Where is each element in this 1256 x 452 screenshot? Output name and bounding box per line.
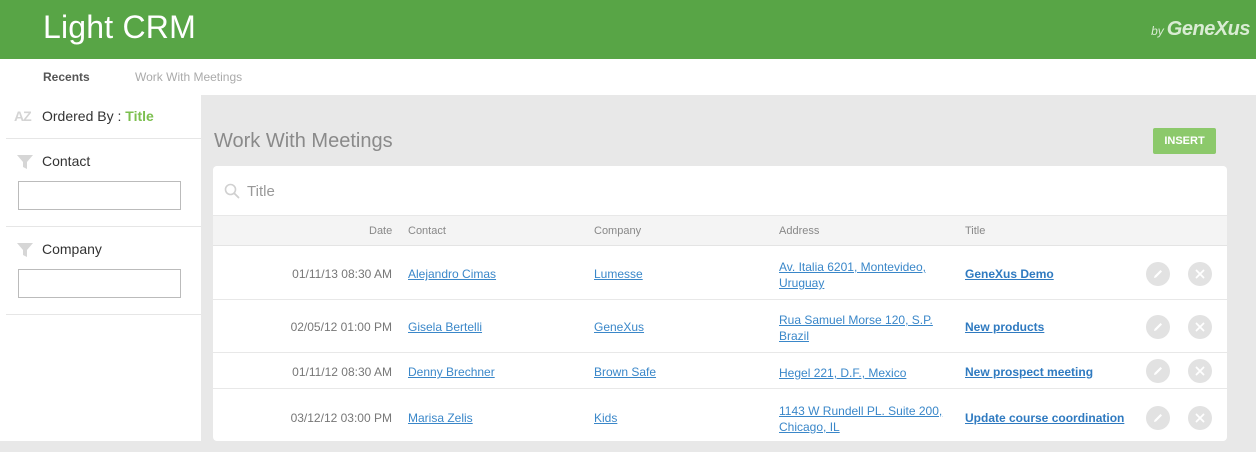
edit-button[interactable]	[1146, 406, 1170, 430]
row-date: 01/11/12 08:30 AM	[292, 365, 392, 379]
contact-filter-label: Contact	[42, 153, 91, 169]
column-header-date[interactable]: Date	[369, 225, 392, 237]
row-company-link[interactable]: Brown Safe	[594, 365, 656, 379]
row-address-link[interactable]: 1143 W Rundell PL. Suite 200, Chicago, I…	[779, 403, 949, 435]
row-address-link[interactable]: Av. Italia 6201, Montevideo, Uruguay	[779, 259, 949, 291]
row-company-link[interactable]: GeneXus	[594, 320, 644, 334]
row-address-line-2[interactable]: Brazil	[779, 329, 809, 343]
edit-button[interactable]	[1146, 315, 1170, 339]
breadcrumb-work-with-meetings[interactable]: Work With Meetings	[135, 70, 242, 84]
column-header-contact[interactable]: Contact	[408, 225, 446, 237]
pencil-icon	[1154, 414, 1162, 422]
company-filter: Company	[6, 227, 201, 315]
delete-button[interactable]	[1188, 406, 1212, 430]
row-company-link[interactable]: Kids	[594, 411, 617, 425]
edit-button[interactable]	[1146, 359, 1170, 383]
row-date: 02/05/12 01:00 PM	[290, 320, 392, 334]
row-address-line-2[interactable]: Chicago, IL	[779, 420, 840, 434]
table-header: Date Contact Company Address Title	[213, 216, 1227, 246]
search-bar	[213, 166, 1227, 216]
delete-button[interactable]	[1188, 315, 1212, 339]
ordered-by-value[interactable]: Title	[125, 108, 154, 124]
pencil-icon	[1154, 367, 1162, 375]
column-header-title[interactable]: Title	[965, 225, 985, 237]
row-address-link[interactable]: Rua Samuel Morse 120, S.P. Brazil	[779, 312, 949, 344]
filter-sidebar: AZ Ordered By : Title Contact Company	[0, 95, 201, 441]
row-date: 01/11/13 08:30 AM	[292, 267, 392, 281]
edit-button[interactable]	[1146, 262, 1170, 286]
ordered-by-control[interactable]: AZ Ordered By : Title	[6, 95, 201, 139]
genexus-logo: by GeneXus	[1151, 18, 1250, 41]
row-contact-link[interactable]: Marisa Zelis	[408, 411, 473, 425]
row-title-link[interactable]: Update course coordination	[965, 411, 1124, 425]
pencil-icon	[1154, 323, 1162, 331]
row-address-line-2[interactable]: Uruguay	[779, 276, 824, 290]
brand-by: by	[1151, 24, 1164, 38]
close-icon	[1195, 322, 1205, 332]
search-icon	[224, 183, 240, 199]
table-row: 02/05/12 01:00 PM Gisela Bertelli GeneXu…	[213, 300, 1227, 353]
insert-button[interactable]: INSERT	[1153, 128, 1216, 154]
funnel-icon	[17, 243, 33, 257]
pencil-icon	[1154, 270, 1162, 278]
close-icon	[1195, 366, 1205, 376]
close-icon	[1195, 413, 1205, 423]
ordered-by-text: Ordered By :	[42, 108, 122, 124]
contact-filter-input[interactable]	[18, 181, 181, 210]
page-title: Work With Meetings	[214, 130, 393, 152]
row-company-link[interactable]: Lumesse	[594, 267, 643, 281]
column-header-address[interactable]: Address	[779, 225, 819, 237]
column-header-company[interactable]: Company	[594, 225, 641, 237]
row-contact-link[interactable]: Gisela Bertelli	[408, 320, 482, 334]
row-contact-link[interactable]: Denny Brechner	[408, 365, 495, 379]
close-icon	[1195, 269, 1205, 279]
breadcrumb-recents[interactable]: Recents	[43, 70, 90, 84]
row-address-line-1[interactable]: 1143 W Rundell PL. Suite 200,	[779, 404, 942, 418]
sort-az-icon: AZ	[14, 108, 32, 124]
delete-button[interactable]	[1188, 262, 1212, 286]
row-address-line-1[interactable]: Hegel 221, D.F., Mexico	[779, 366, 906, 380]
brand-name: GeneXus	[1166, 18, 1251, 40]
row-date: 03/12/12 03:00 PM	[290, 411, 392, 425]
breadcrumb: Recents Work With Meetings	[0, 59, 1256, 95]
row-title-link[interactable]: New prospect meeting	[965, 365, 1093, 379]
row-contact-link[interactable]: Alejandro Cimas	[408, 267, 496, 281]
app-header: Light CRM by GeneXus	[0, 0, 1256, 59]
contact-filter: Contact	[6, 139, 201, 227]
delete-button[interactable]	[1188, 359, 1212, 383]
bottom-strip	[0, 441, 1256, 452]
row-title-link[interactable]: GeneXus Demo	[965, 267, 1054, 281]
table-row: 03/12/12 03:00 PM Marisa Zelis Kids 1143…	[213, 389, 1227, 441]
company-filter-input[interactable]	[18, 269, 181, 298]
row-address-link[interactable]: Hegel 221, D.F., Mexico	[779, 365, 949, 381]
title-search-input[interactable]	[247, 179, 847, 203]
meetings-grid: Date Contact Company Address Title 01/11…	[213, 166, 1227, 441]
row-address-line-1[interactable]: Rua Samuel Morse 120, S.P.	[779, 313, 933, 327]
row-title-link[interactable]: New products	[965, 320, 1044, 334]
company-filter-label: Company	[42, 241, 102, 257]
funnel-icon	[17, 155, 33, 169]
ordered-by-label: Ordered By : Title	[42, 108, 154, 124]
table-row: 01/11/13 08:30 AM Alejandro Cimas Lumess…	[213, 247, 1227, 300]
app-title[interactable]: Light CRM	[43, 9, 196, 46]
table-row: 01/11/12 08:30 AM Denny Brechner Brown S…	[213, 353, 1227, 389]
row-address-line-1[interactable]: Av. Italia 6201, Montevideo,	[779, 260, 926, 274]
